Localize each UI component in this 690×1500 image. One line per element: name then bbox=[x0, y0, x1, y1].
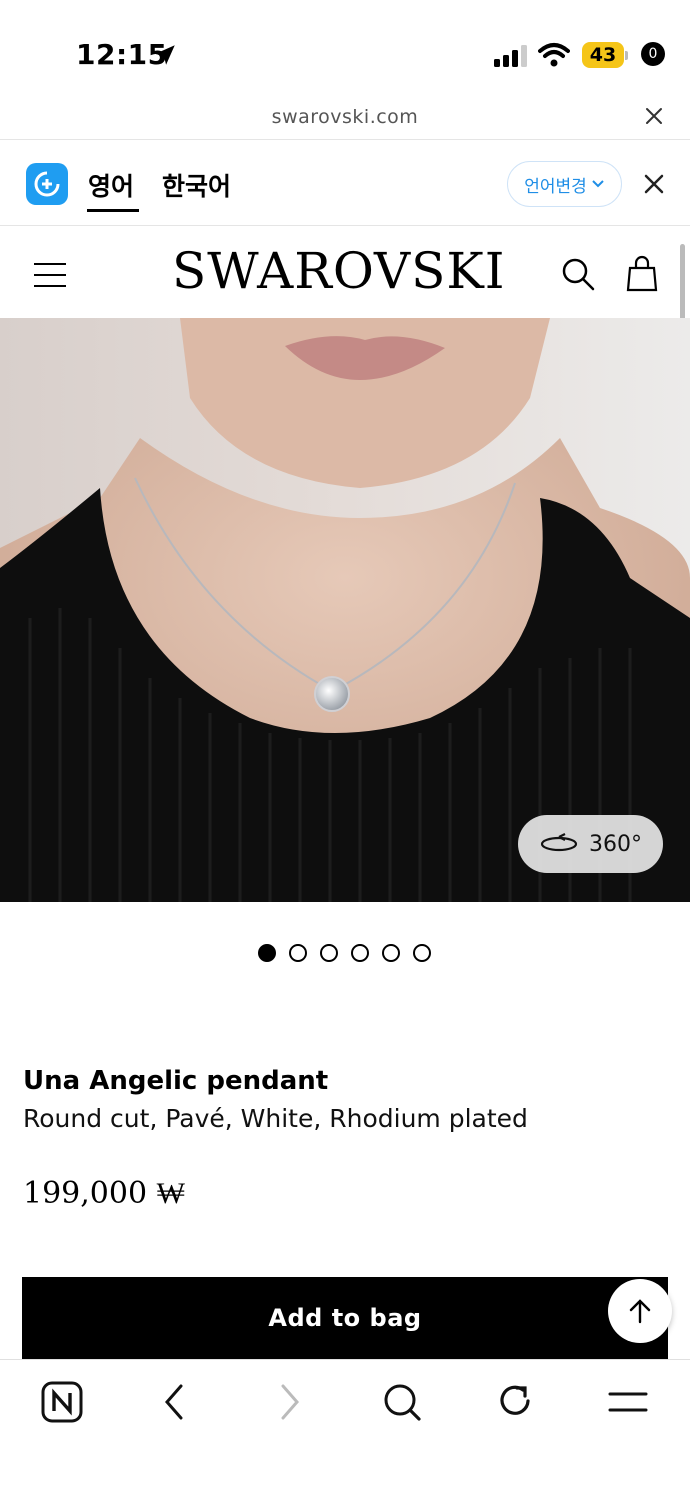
back-icon[interactable] bbox=[153, 1380, 197, 1424]
brand-logo[interactable]: SWAROVSKI bbox=[172, 242, 506, 300]
scroll-to-top-button[interactable] bbox=[608, 1279, 672, 1343]
change-language-label: 언어변경 bbox=[524, 176, 587, 197]
rotate-360-icon bbox=[540, 833, 578, 852]
forward-icon[interactable] bbox=[267, 1380, 311, 1424]
search-icon[interactable] bbox=[380, 1380, 424, 1424]
status-bar: 12:15 43 bbox=[0, 0, 690, 100]
bag-count-badge: 0 bbox=[641, 42, 665, 66]
carousel-dot-2[interactable] bbox=[289, 944, 307, 962]
close-icon[interactable] bbox=[642, 104, 666, 128]
carousel-dot-4[interactable] bbox=[351, 944, 369, 962]
product-name: Una Angelic pendant bbox=[23, 1066, 329, 1096]
chevron-down-icon bbox=[592, 180, 604, 188]
add-to-bag-button[interactable]: Add to bag bbox=[22, 1277, 668, 1359]
browser-url-bar[interactable]: swarovski.com bbox=[0, 100, 690, 140]
change-language-button[interactable]: 언어변경 bbox=[507, 161, 622, 207]
battery-level: 43 bbox=[589, 44, 617, 66]
translate-logo-icon bbox=[26, 163, 68, 205]
view-360-label: 360° bbox=[589, 831, 642, 857]
browser-bottom-bar bbox=[0, 1359, 690, 1500]
location-arrow-icon bbox=[155, 45, 175, 65]
product-description: Round cut, Pavé, White, Rhodium plated bbox=[23, 1104, 528, 1133]
close-icon[interactable] bbox=[643, 173, 665, 195]
menu-icon[interactable] bbox=[33, 262, 67, 288]
signal-icon bbox=[494, 45, 527, 67]
active-tab-indicator bbox=[87, 209, 139, 212]
hamburger-icon[interactable] bbox=[606, 1380, 650, 1424]
battery-indicator: 43 bbox=[582, 42, 628, 68]
arrow-up-icon bbox=[629, 1299, 651, 1324]
carousel-dot-3[interactable] bbox=[320, 944, 338, 962]
url-text[interactable]: swarovski.com bbox=[0, 106, 690, 128]
naver-n-icon[interactable] bbox=[40, 1380, 84, 1424]
site-header: SWAROVSKI bbox=[0, 226, 690, 318]
bag-icon[interactable] bbox=[624, 252, 668, 296]
search-icon[interactable] bbox=[560, 256, 596, 292]
view-360-button[interactable]: 360° bbox=[518, 815, 663, 873]
carousel-dots bbox=[258, 944, 438, 964]
product-price: 199,000 ₩ bbox=[23, 1176, 185, 1211]
carousel-dot-6[interactable] bbox=[413, 944, 431, 962]
refresh-icon[interactable] bbox=[493, 1380, 537, 1424]
translate-bar: 영어 한국어 언어변경 bbox=[0, 141, 690, 226]
carousel-dot-5[interactable] bbox=[382, 944, 400, 962]
tab-target-language[interactable]: 한국어 bbox=[162, 167, 231, 203]
wifi-icon bbox=[538, 43, 570, 67]
carousel-dot-1[interactable] bbox=[258, 944, 276, 962]
tab-source-language[interactable]: 영어 bbox=[88, 167, 134, 203]
